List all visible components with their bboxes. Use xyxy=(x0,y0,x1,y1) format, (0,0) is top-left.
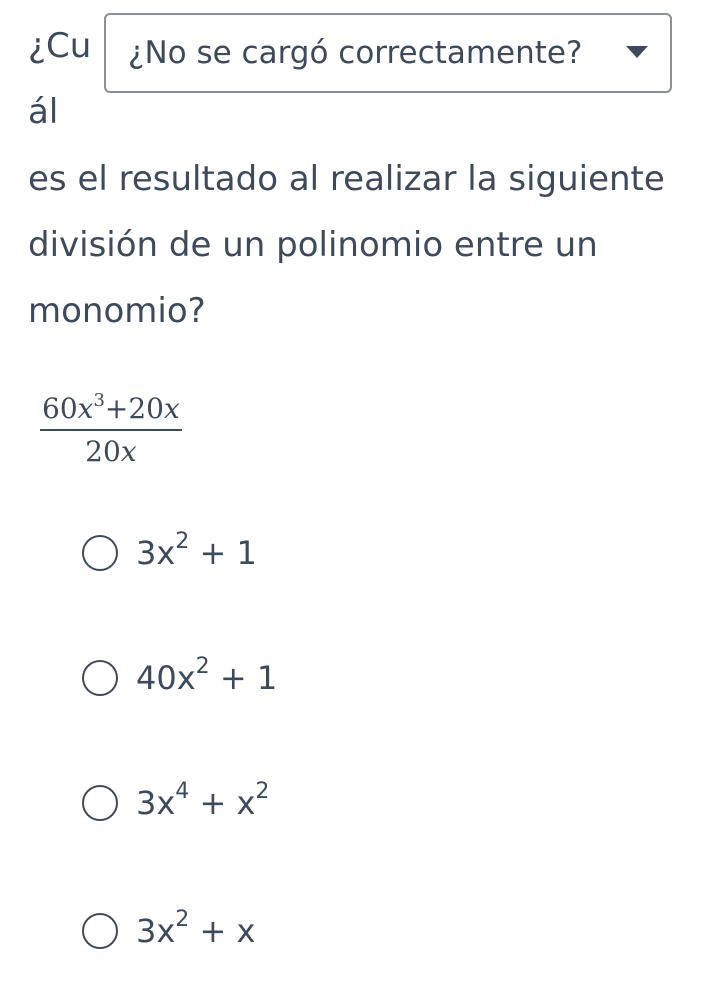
option-c-exponent: 4 xyxy=(175,779,190,804)
option-b-rest: + 1 xyxy=(209,659,278,697)
question-text: es el resultado al realizar la siguiente… xyxy=(28,159,665,331)
numerator-coefficient-1: 60 xyxy=(42,392,78,425)
option-d-rest: + x xyxy=(189,912,256,950)
option-a-text: 3x2 + 1 xyxy=(136,531,257,573)
option-c-rest: + x xyxy=(189,784,256,822)
dropdown-label: ¿No se cargó correctamente? xyxy=(128,35,583,71)
answer-option-c[interactable]: 3x4 + x2 xyxy=(82,781,269,823)
polynomial-fraction: 60x3+20x 20x xyxy=(40,392,182,468)
option-d-text: 3x2 + x xyxy=(136,909,256,951)
numerator-exponent-1: 3 xyxy=(93,390,105,411)
denominator-variable: x xyxy=(120,435,137,468)
option-c-base: 3x xyxy=(136,784,176,822)
option-b-base: 40x xyxy=(136,659,196,697)
denominator-coefficient: 20 xyxy=(85,435,121,468)
option-c-text: 3x4 + x2 xyxy=(136,781,269,823)
numerator-operator: + xyxy=(104,392,129,425)
answer-option-d[interactable]: 3x2 + x xyxy=(82,909,256,951)
question-prefix-line2: ál xyxy=(28,92,59,132)
fraction-denominator: 20x xyxy=(85,431,136,468)
numerator-variable-1: x xyxy=(77,392,94,425)
option-a-base: 3x xyxy=(136,534,176,572)
fraction-numerator: 60x3+20x xyxy=(40,392,182,429)
option-a-exponent: 2 xyxy=(175,529,190,554)
option-b-text: 40x2 + 1 xyxy=(136,656,278,698)
radio-button-b[interactable] xyxy=(82,660,118,696)
question-prefix-line1: ¿Cu xyxy=(28,26,92,66)
answer-option-a[interactable]: 3x2 + 1 xyxy=(82,531,257,573)
option-d-exponent: 2 xyxy=(175,907,190,932)
radio-button-a[interactable] xyxy=(82,535,118,571)
radio-button-d[interactable] xyxy=(82,913,118,949)
caret-down-icon xyxy=(626,46,648,58)
radio-button-c[interactable] xyxy=(82,785,118,821)
option-a-rest: + 1 xyxy=(189,534,257,572)
option-b-exponent: 2 xyxy=(195,654,210,679)
numerator-variable-2: x xyxy=(164,392,180,425)
option-c-exponent-2: 2 xyxy=(255,779,270,804)
option-d-base: 3x xyxy=(136,912,176,950)
answer-option-b[interactable]: 40x2 + 1 xyxy=(82,656,278,698)
translation-issue-dropdown[interactable]: ¿No se cargó correctamente? xyxy=(104,13,672,93)
numerator-coefficient-2: 20 xyxy=(128,392,164,425)
